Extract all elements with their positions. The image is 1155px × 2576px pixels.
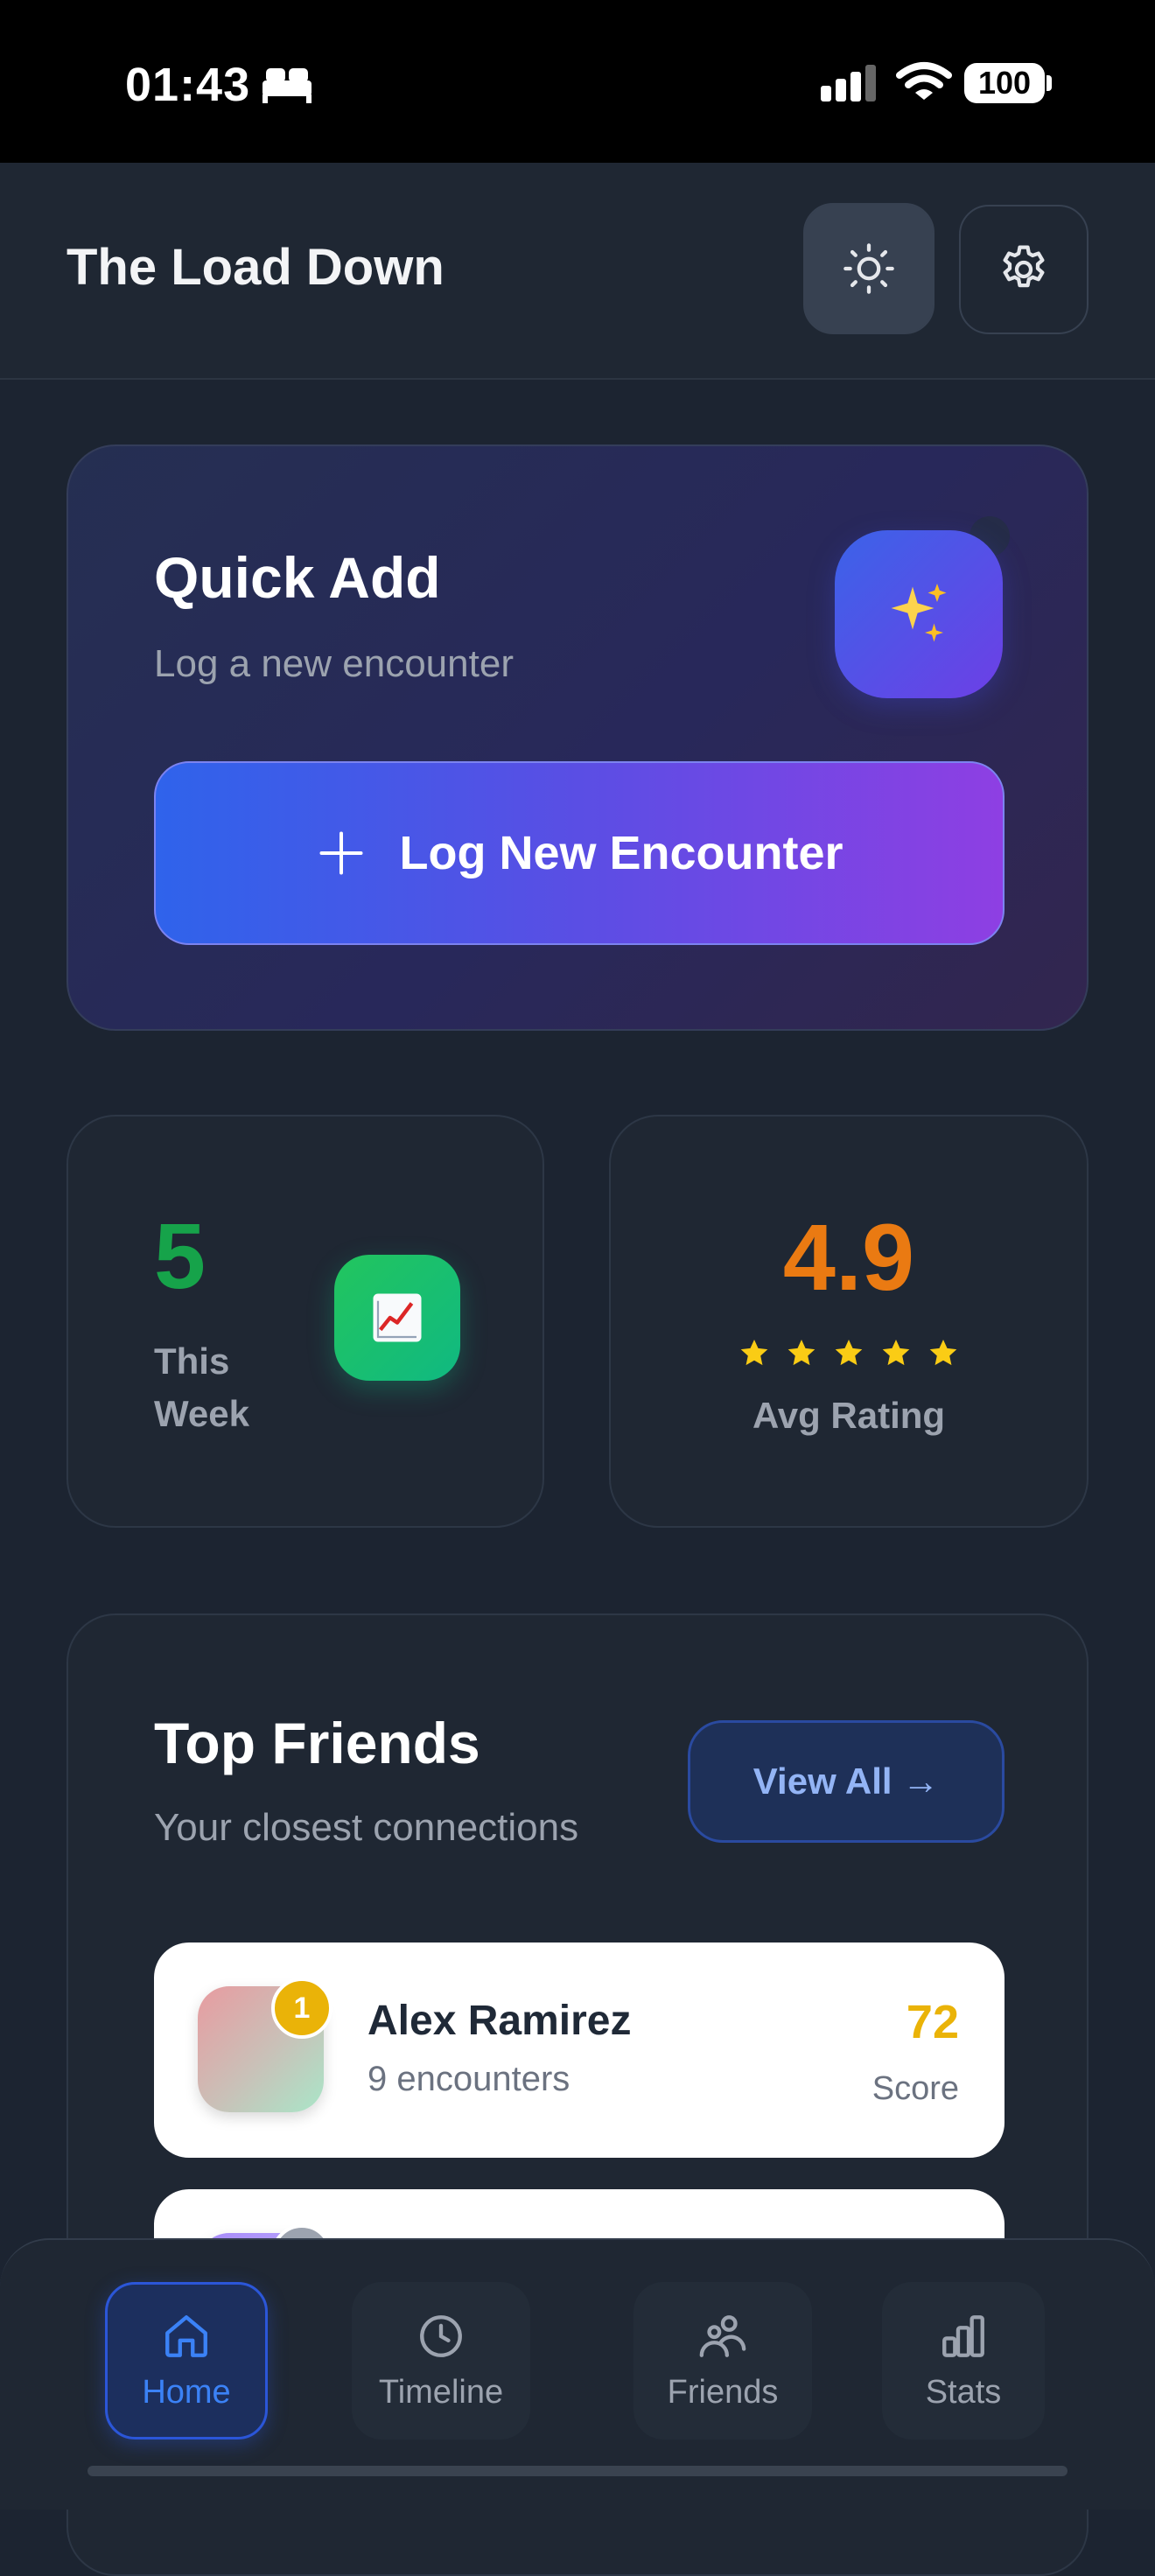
quick-add-title: Quick Add	[154, 545, 441, 610]
nav-friends-label: Friends	[667, 2373, 779, 2411]
nav-home[interactable]: Home	[105, 2282, 268, 2440]
friends-icon	[699, 2314, 746, 2357]
settings-button[interactable]	[959, 205, 1088, 334]
chart-increasing-icon	[373, 1293, 422, 1342]
star-icon	[788, 1340, 816, 1366]
view-all-button[interactable]: View All →	[688, 1720, 1004, 1843]
top-friends-title: Top Friends	[154, 1711, 480, 1775]
status-bar: 01:43 100	[0, 0, 1155, 163]
sun-icon	[844, 243, 894, 294]
week-label: This Week	[154, 1340, 249, 1434]
log-button-label: Log New Encounter	[399, 827, 844, 879]
page-title: The Load Down	[66, 239, 444, 296]
nav-timeline-label: Timeline	[378, 2373, 504, 2411]
star-icon	[929, 1340, 957, 1366]
gear-icon	[1003, 245, 1045, 288]
bed-icon	[262, 68, 312, 103]
nav-home-label: Home	[142, 2373, 231, 2411]
app-header: The Load Down	[0, 163, 1155, 380]
nav-stats[interactable]: Stats	[882, 2282, 1045, 2440]
friend-encounters: 9 encounters	[368, 2060, 570, 2098]
quick-add-badge	[835, 530, 1003, 698]
friend-name: Alex Ramirez	[368, 1998, 632, 2044]
top-friends-subtitle: Your closest connections	[154, 1806, 579, 1849]
home-icon	[165, 2314, 207, 2357]
battery-tip	[1046, 75, 1052, 91]
avg-rating-card: 4.9 Avg Rating	[609, 1115, 1088, 1528]
log-new-encounter-button[interactable]: Log New Encounter	[154, 761, 1004, 945]
sparkles-icon	[891, 584, 947, 642]
home-indicator	[88, 2466, 1068, 2476]
rating-stars	[611, 1337, 1087, 1368]
week-count: 5	[154, 1205, 206, 1308]
bar-chart-icon	[942, 2314, 984, 2357]
clock-icon	[420, 2314, 462, 2357]
plus-icon	[319, 831, 363, 875]
avg-rating-label: Avg Rating	[752, 1395, 946, 1436]
rank-badge: 1	[271, 1978, 332, 2039]
wifi-icon	[896, 62, 952, 100]
star-icon	[835, 1340, 863, 1366]
friend-score-label: Score	[872, 2070, 959, 2107]
week-badge	[334, 1255, 460, 1381]
nav-stats-label: Stats	[925, 2373, 1002, 2411]
star-icon	[882, 1340, 910, 1366]
signal-icon	[821, 65, 876, 102]
nav-timeline[interactable]: Timeline	[352, 2282, 530, 2440]
this-week-card: 5 This Week	[66, 1115, 544, 1528]
friend-score: 72	[906, 1996, 959, 2048]
nav-friends[interactable]: Friends	[634, 2282, 812, 2440]
theme-toggle-button[interactable]	[803, 203, 934, 334]
quick-add-card: Quick Add Log a new encounter Log New En…	[66, 444, 1088, 1031]
friend-row[interactable]: 1 Alex Ramirez 9 encounters 72 Score	[154, 1942, 1004, 2158]
avg-rating-value: 4.9	[782, 1204, 915, 1310]
status-time: 01:43	[125, 59, 251, 111]
battery-icon: 100	[964, 63, 1045, 103]
quick-add-subtitle: Log a new encounter	[154, 642, 514, 685]
star-icon	[740, 1340, 768, 1366]
